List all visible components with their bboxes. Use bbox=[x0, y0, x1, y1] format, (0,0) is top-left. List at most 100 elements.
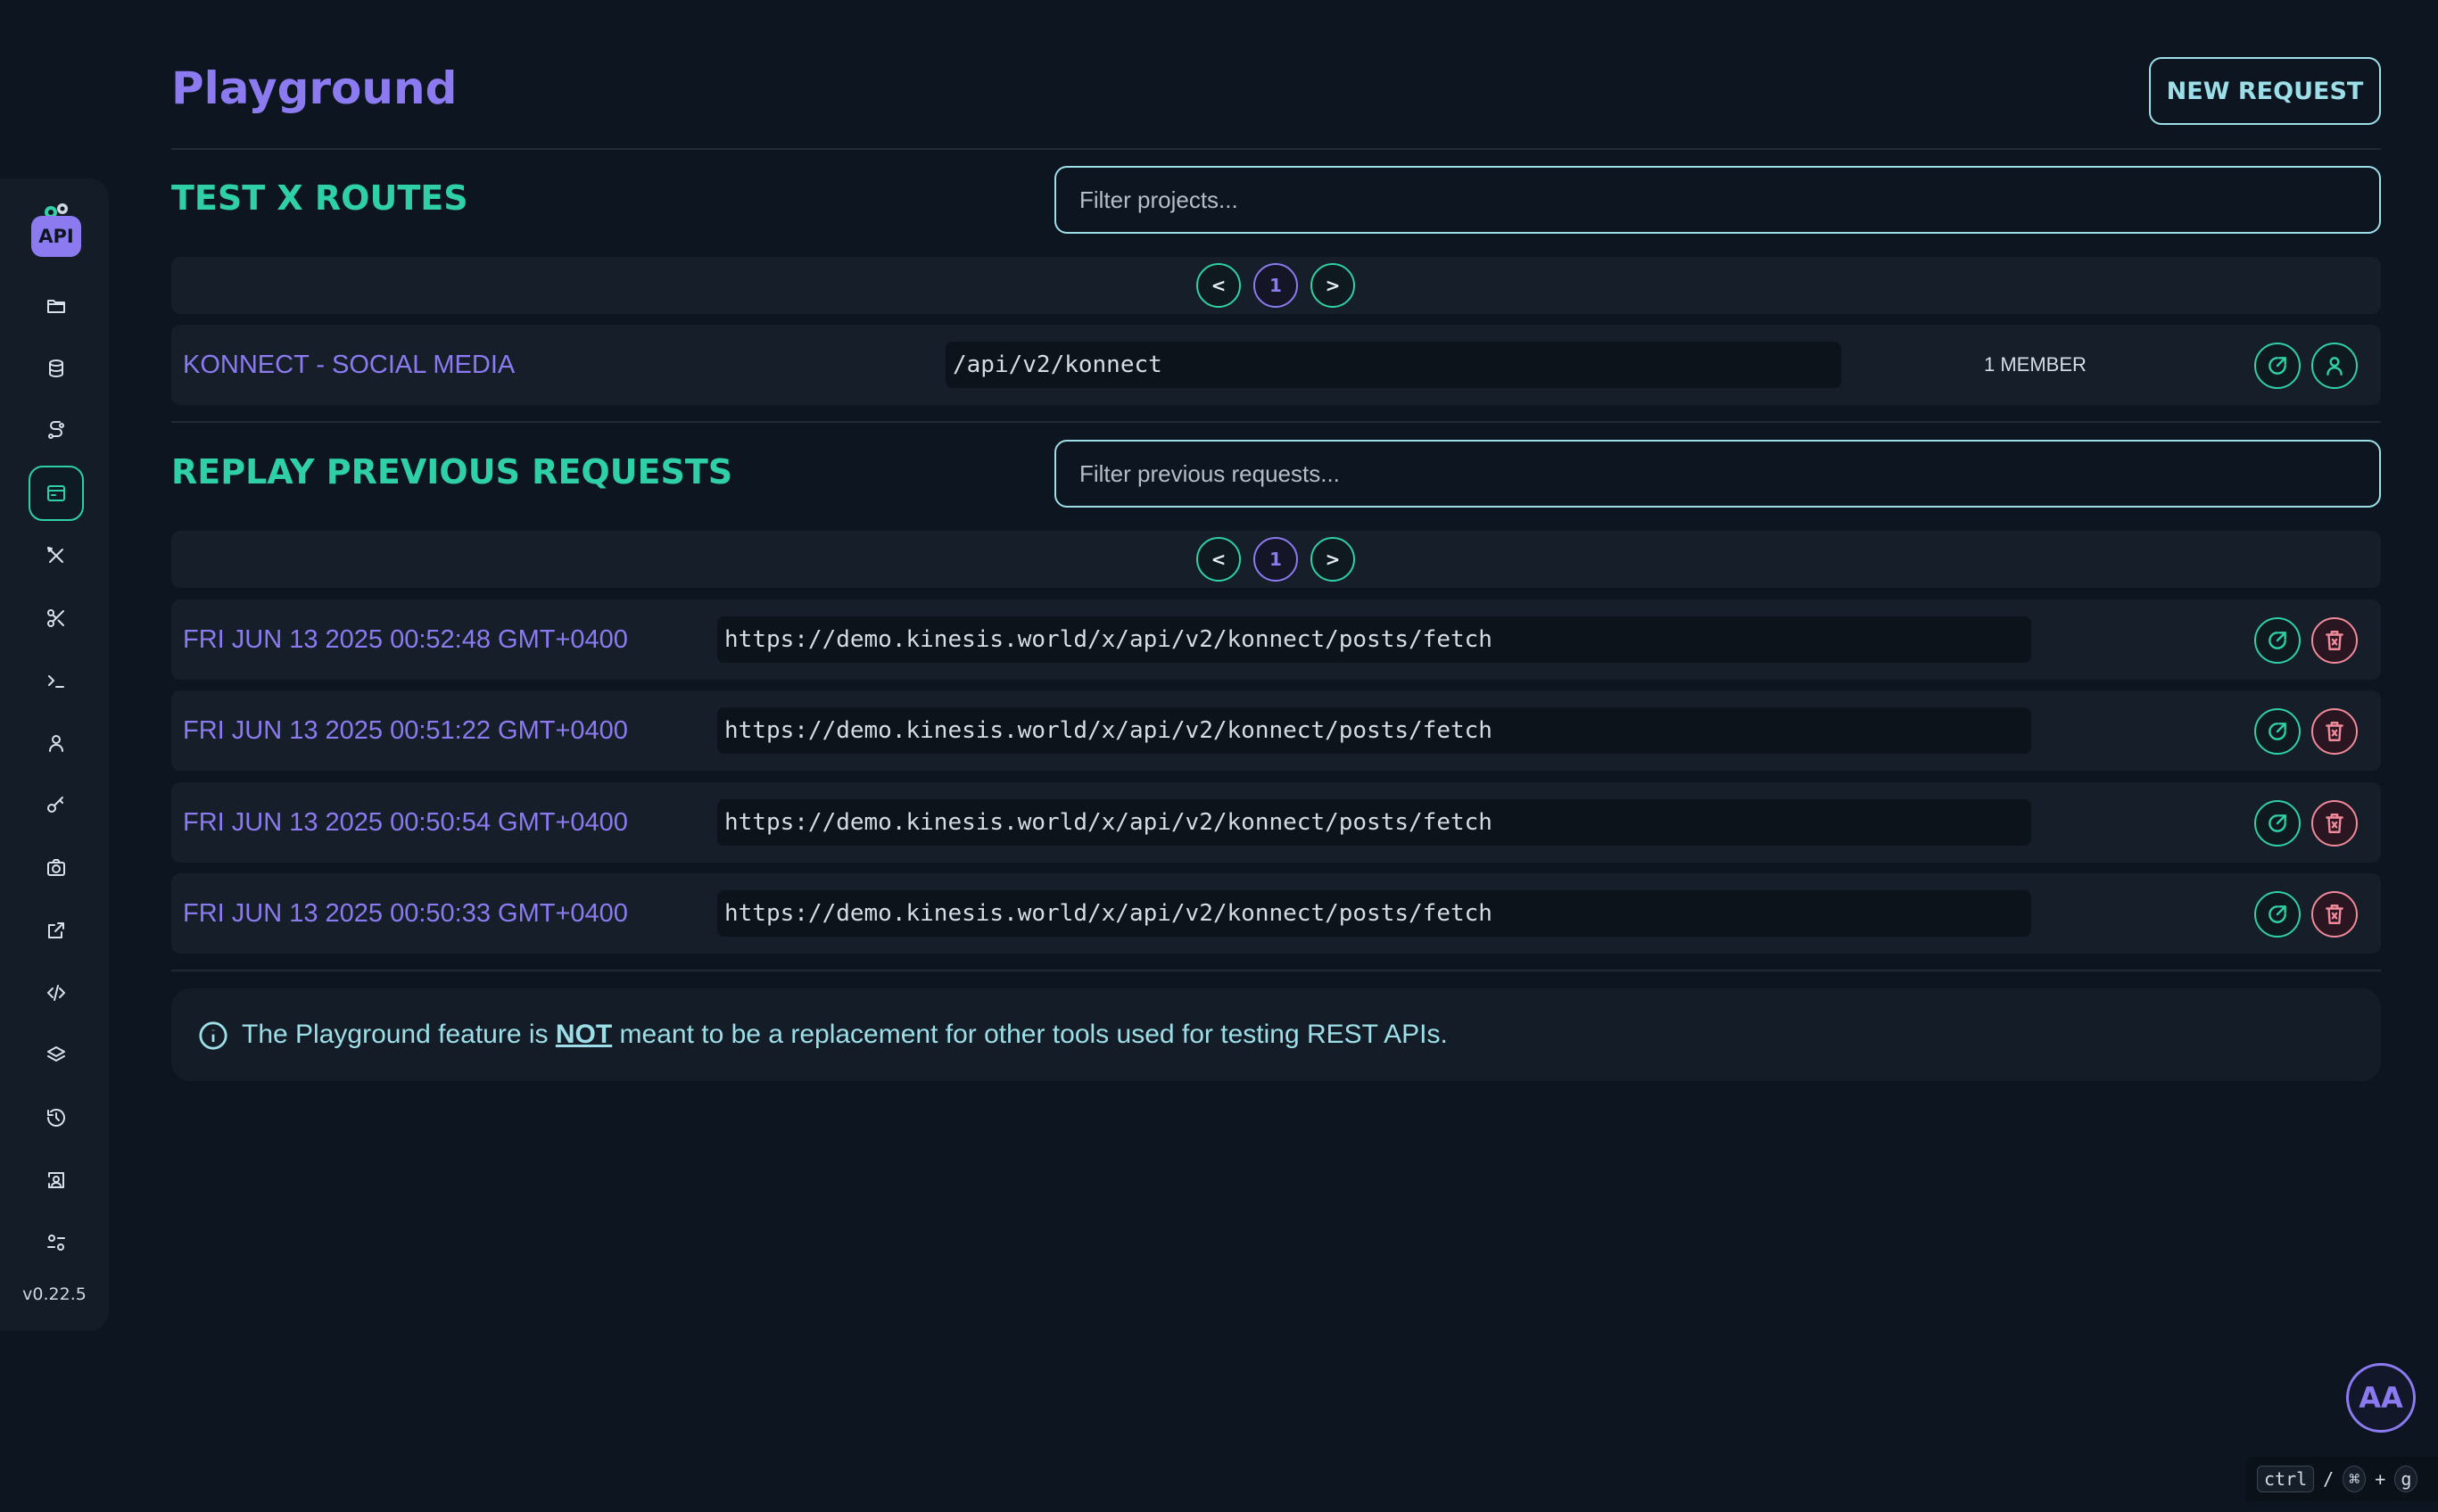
database-icon bbox=[49, 359, 63, 377]
trash-icon bbox=[2326, 722, 2343, 741]
request-url: https://demo.kinesis.world/x/api/v2/konn… bbox=[717, 799, 2031, 846]
trash-icon bbox=[2326, 631, 2343, 650]
layers-icon bbox=[47, 1046, 65, 1062]
request-row[interactable]: FRI JUN 13 2025 00:51:22 GMT+0400 https:… bbox=[171, 690, 2381, 771]
open-external-icon bbox=[2269, 632, 2286, 649]
logo-badge: API bbox=[31, 216, 81, 257]
section-divider bbox=[171, 970, 2381, 971]
playground-notice: The Playground feature is NOT meant to b… bbox=[171, 988, 2381, 1081]
next-page-button[interactable]: > bbox=[1310, 537, 1355, 582]
request-url: https://demo.kinesis.world/x/api/v2/konn… bbox=[717, 616, 2031, 663]
open-external-icon bbox=[2269, 723, 2286, 740]
open-external-icon bbox=[2269, 357, 2286, 375]
request-row[interactable]: FRI JUN 13 2025 00:50:54 GMT+0400 https:… bbox=[171, 782, 2381, 863]
prev-page-button[interactable]: < bbox=[1196, 537, 1241, 582]
request-url: https://demo.kinesis.world/x/api/v2/konn… bbox=[717, 707, 2031, 754]
user-avatar[interactable]: AA bbox=[2346, 1363, 2416, 1433]
keyboard-shortcut-hint: ctrl / ⌘ + g bbox=[2246, 1457, 2438, 1501]
next-page-button[interactable]: > bbox=[1310, 263, 1355, 308]
nav-inspect[interactable] bbox=[29, 1153, 84, 1208]
notice-text: The Playground feature is NOT meant to b… bbox=[242, 988, 1448, 1081]
nav-code[interactable] bbox=[29, 965, 84, 1020]
app-logo[interactable]: API bbox=[31, 200, 81, 257]
filter-requests-input[interactable] bbox=[1054, 440, 2381, 508]
terminal-icon bbox=[48, 675, 64, 688]
tools-icon bbox=[47, 547, 63, 563]
notice-text-after: meant to be a replacement for other tool… bbox=[612, 1020, 1448, 1049]
nav-terminal[interactable] bbox=[29, 653, 84, 708]
settings-icon bbox=[47, 1235, 65, 1251]
request-url: https://demo.kinesis.world/x/api/v2/konn… bbox=[717, 890, 2031, 937]
routes-icon bbox=[48, 421, 64, 439]
notice-emphasis: NOT bbox=[555, 1020, 613, 1049]
nav-routes[interactable] bbox=[29, 403, 84, 459]
replay-request-button[interactable] bbox=[2254, 800, 2301, 847]
shortcut-plus: + bbox=[2375, 1468, 2386, 1490]
delete-request-button[interactable] bbox=[2311, 617, 2358, 664]
nav-playground[interactable] bbox=[29, 466, 84, 521]
replay-request-button[interactable] bbox=[2254, 891, 2301, 938]
nav-user[interactable] bbox=[29, 715, 84, 771]
request-timestamp[interactable]: FRI JUN 13 2025 00:51:22 GMT+0400 bbox=[183, 690, 628, 771]
app-version: v0.22.5 bbox=[22, 1285, 87, 1304]
filter-projects-input[interactable] bbox=[1054, 166, 2381, 234]
new-request-button[interactable]: NEW REQUEST bbox=[2149, 57, 2381, 125]
trash-icon bbox=[2326, 905, 2343, 924]
notice-text-before: The Playground feature is bbox=[242, 1020, 556, 1049]
ctrl-key: ctrl bbox=[2257, 1466, 2315, 1492]
request-timestamp[interactable]: FRI JUN 13 2025 00:52:48 GMT+0400 bbox=[183, 599, 628, 680]
delete-request-button[interactable] bbox=[2311, 891, 2358, 938]
requests-section-title: REPLAY PREVIOUS REQUESTS bbox=[171, 452, 733, 492]
project-members: 1 MEMBER bbox=[1984, 353, 2087, 376]
cmd-key: ⌘ bbox=[2343, 1466, 2367, 1492]
replay-request-button[interactable] bbox=[2254, 708, 2301, 755]
nav-settings[interactable] bbox=[29, 1215, 84, 1270]
shortcut-separator: / bbox=[2323, 1468, 2335, 1490]
camera-icon bbox=[47, 859, 65, 876]
nav-key[interactable] bbox=[29, 778, 84, 833]
delete-request-button[interactable] bbox=[2311, 708, 2358, 755]
scissors-icon bbox=[47, 609, 64, 627]
user-icon bbox=[2326, 357, 2343, 376]
user-icon bbox=[49, 735, 63, 752]
g-key: g bbox=[2394, 1466, 2418, 1492]
request-row[interactable]: FRI JUN 13 2025 00:50:33 GMT+0400 https:… bbox=[171, 873, 2381, 954]
page-number-button[interactable]: 1 bbox=[1253, 537, 1298, 582]
history-icon bbox=[47, 1109, 65, 1127]
page-title: Playground bbox=[171, 62, 458, 114]
inspect-icon bbox=[48, 1172, 64, 1188]
project-name[interactable]: KONNECT - SOCIAL MEDIA bbox=[183, 325, 515, 405]
key-icon bbox=[47, 797, 63, 813]
open-external-icon bbox=[2269, 905, 2286, 923]
projects-section-title: TEST X ROUTES bbox=[171, 178, 468, 218]
header-divider bbox=[171, 148, 2381, 150]
open-project-button[interactable] bbox=[2254, 343, 2301, 389]
external-link-icon bbox=[48, 922, 64, 938]
requests-pagination: < 1 > bbox=[171, 531, 2381, 588]
request-timestamp[interactable]: FRI JUN 13 2025 00:50:33 GMT+0400 bbox=[183, 873, 628, 954]
nav-external-link[interactable] bbox=[29, 903, 84, 958]
nav-camera[interactable] bbox=[29, 840, 84, 896]
trash-icon bbox=[2326, 814, 2343, 833]
nav-layers[interactable] bbox=[29, 1028, 84, 1083]
nav-history[interactable] bbox=[29, 1090, 84, 1145]
page-number-button[interactable]: 1 bbox=[1253, 263, 1298, 308]
nav-scissors[interactable] bbox=[29, 591, 84, 646]
request-timestamp[interactable]: FRI JUN 13 2025 00:50:54 GMT+0400 bbox=[183, 782, 628, 863]
request-row[interactable]: FRI JUN 13 2025 00:52:48 GMT+0400 https:… bbox=[171, 599, 2381, 680]
nav-folder[interactable] bbox=[29, 278, 84, 334]
nav-tools[interactable] bbox=[29, 528, 84, 583]
project-row[interactable]: KONNECT - SOCIAL MEDIA /api/v2/konnect 1… bbox=[171, 325, 2381, 405]
delete-request-button[interactable] bbox=[2311, 800, 2358, 847]
code-icon bbox=[47, 985, 65, 1001]
prev-page-button[interactable]: < bbox=[1196, 263, 1241, 308]
projects-pagination: < 1 > bbox=[171, 257, 2381, 314]
project-members-button[interactable] bbox=[2311, 343, 2358, 389]
replay-request-button[interactable] bbox=[2254, 617, 2301, 664]
sidebar: API v0.22.5 bbox=[0, 178, 109, 1331]
open-external-icon bbox=[2269, 814, 2286, 832]
info-icon bbox=[198, 1020, 228, 1051]
project-path: /api/v2/konnect bbox=[946, 342, 1841, 388]
nav-database[interactable] bbox=[29, 341, 84, 396]
section-divider bbox=[171, 421, 2381, 423]
